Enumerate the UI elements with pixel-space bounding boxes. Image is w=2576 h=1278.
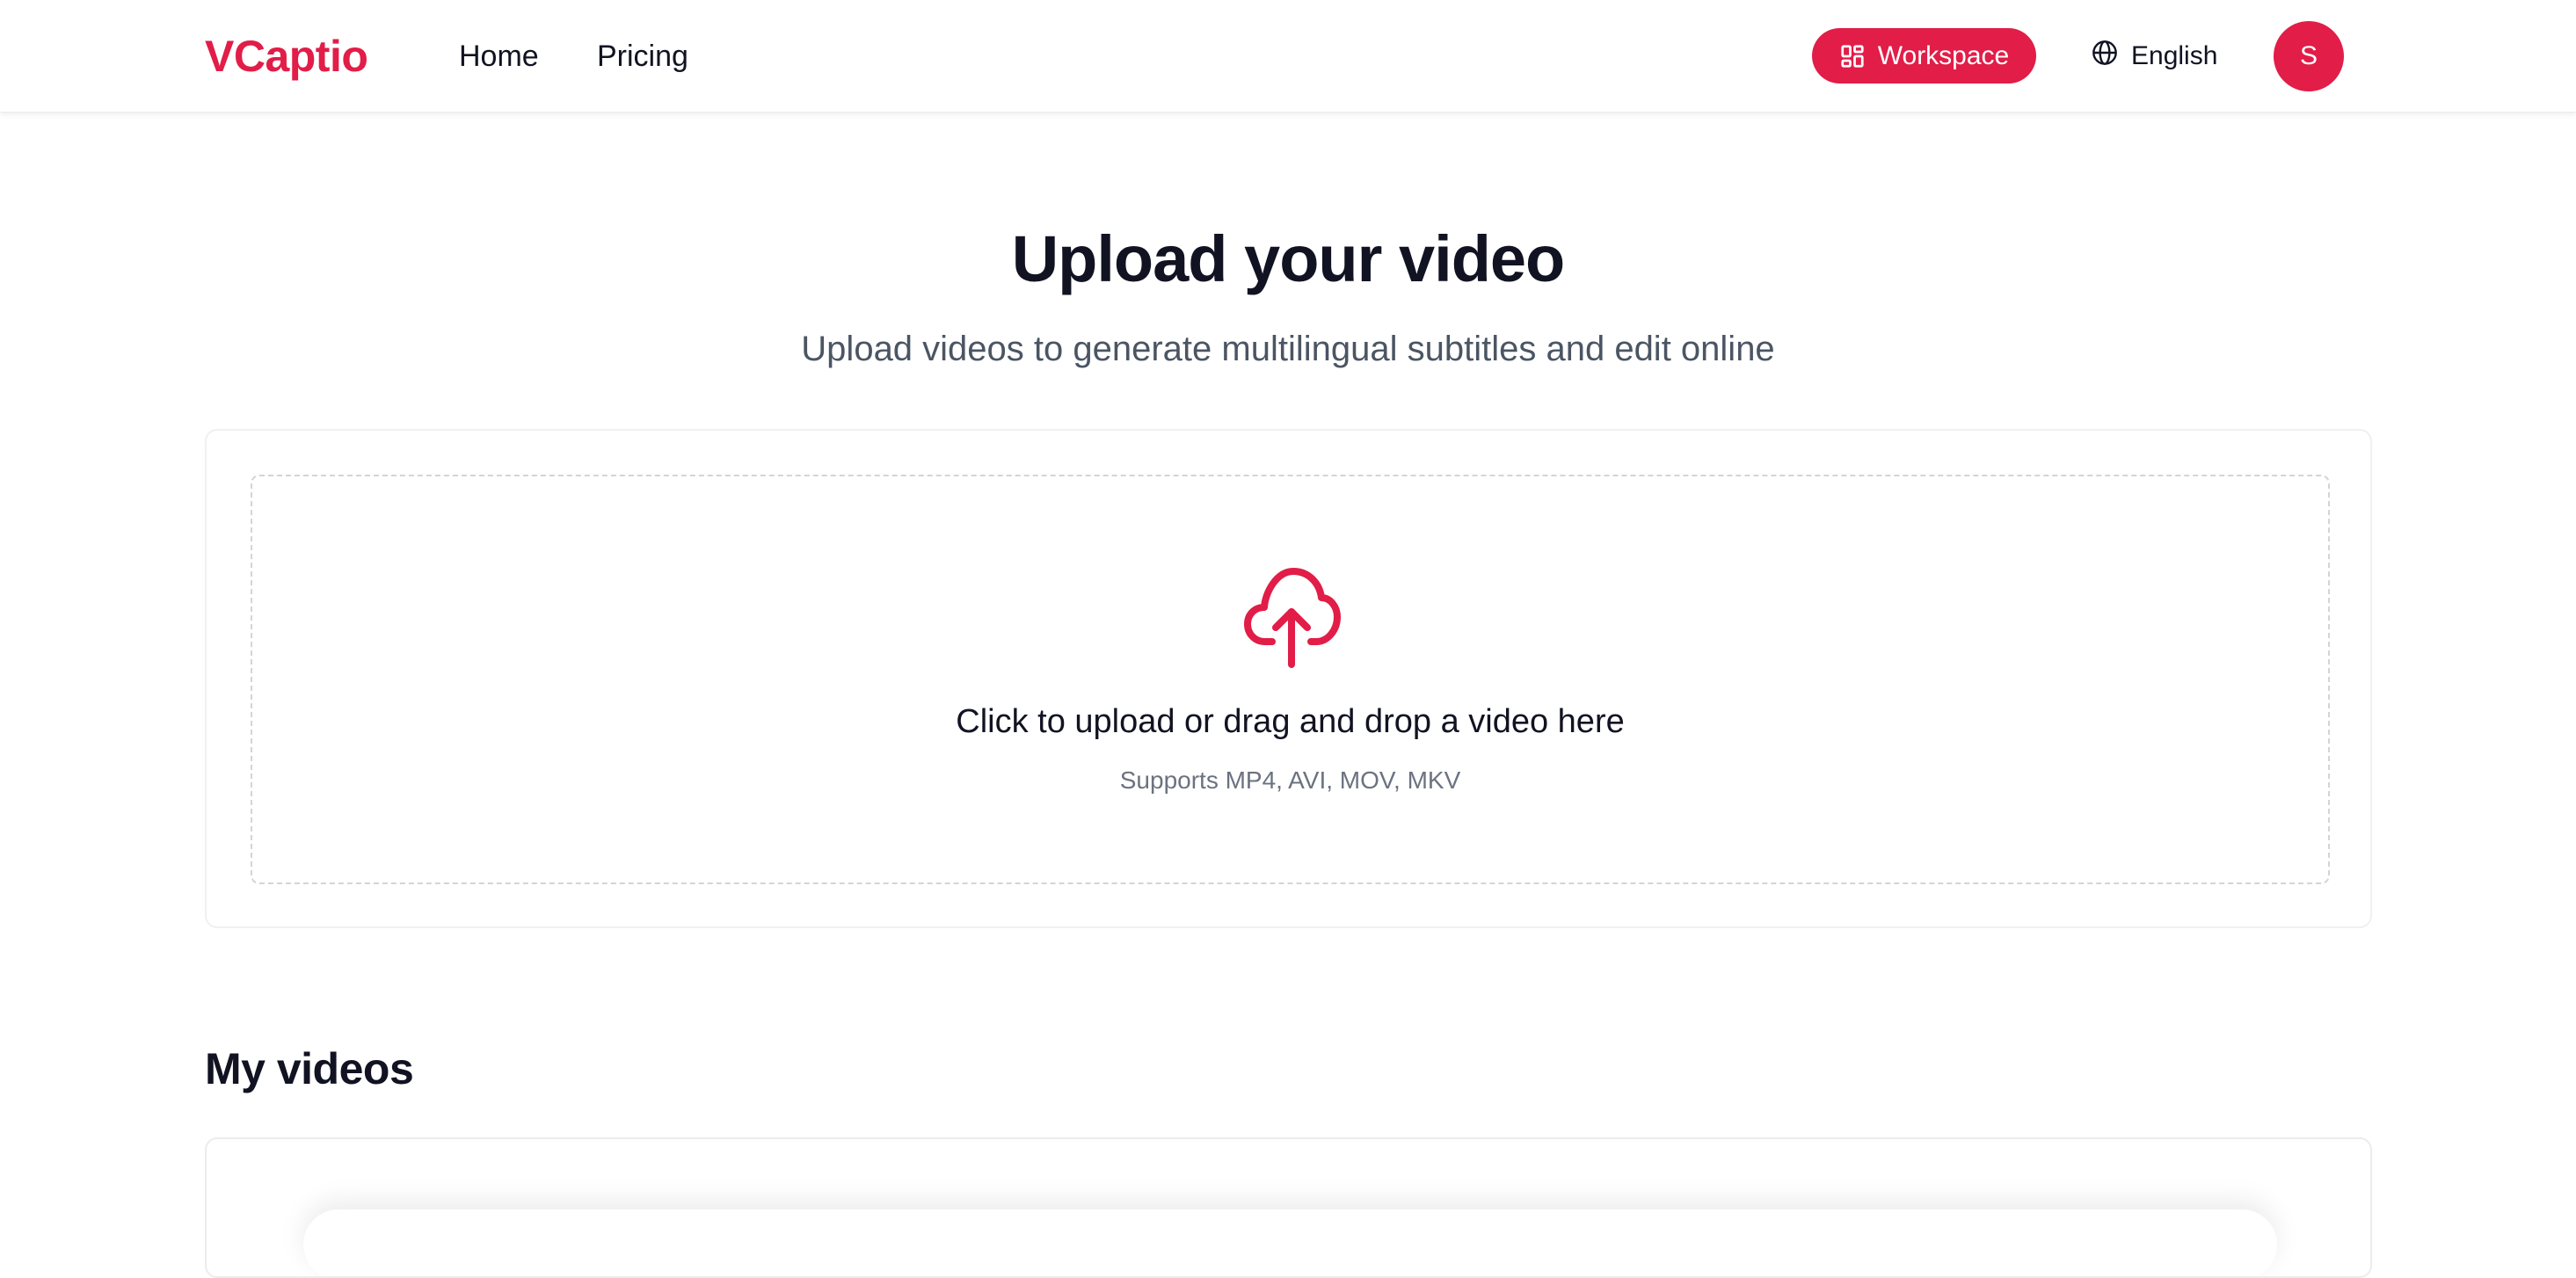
dropzone-primary-text: Click to upload or drag and drop a video… (956, 703, 1625, 740)
nav-pricing-link[interactable]: Pricing (597, 39, 688, 74)
my-videos-title: My videos (205, 1044, 414, 1093)
cloud-upload-icon (1242, 566, 1341, 672)
globe-icon (2091, 39, 2119, 74)
grid-icon (1839, 43, 1866, 69)
nav-home-link[interactable]: Home (459, 39, 539, 74)
upload-card: Click to upload or drag and drop a video… (205, 429, 2372, 928)
workspace-button[interactable]: Workspace (1812, 28, 2036, 84)
top-navbar: VCaptio Home Pricing Workspace English S (0, 0, 2576, 113)
video-list-placeholder (303, 1209, 2277, 1276)
language-label: English (2131, 41, 2218, 70)
user-avatar[interactable]: S (2274, 21, 2344, 91)
logo[interactable]: VCaptio (205, 32, 368, 81)
language-selector[interactable]: English (2091, 39, 2217, 74)
my-videos-panel (205, 1137, 2372, 1278)
upload-dropzone[interactable]: Click to upload or drag and drop a video… (251, 475, 2330, 884)
page-subtitle: Upload videos to generate multilingual s… (801, 330, 1775, 368)
dropzone-hint: Supports MP4, AVI, MOV, MKV (1119, 766, 1461, 794)
workspace-button-label: Workspace (1877, 40, 2010, 70)
page-title: Upload your video (1011, 222, 1566, 295)
